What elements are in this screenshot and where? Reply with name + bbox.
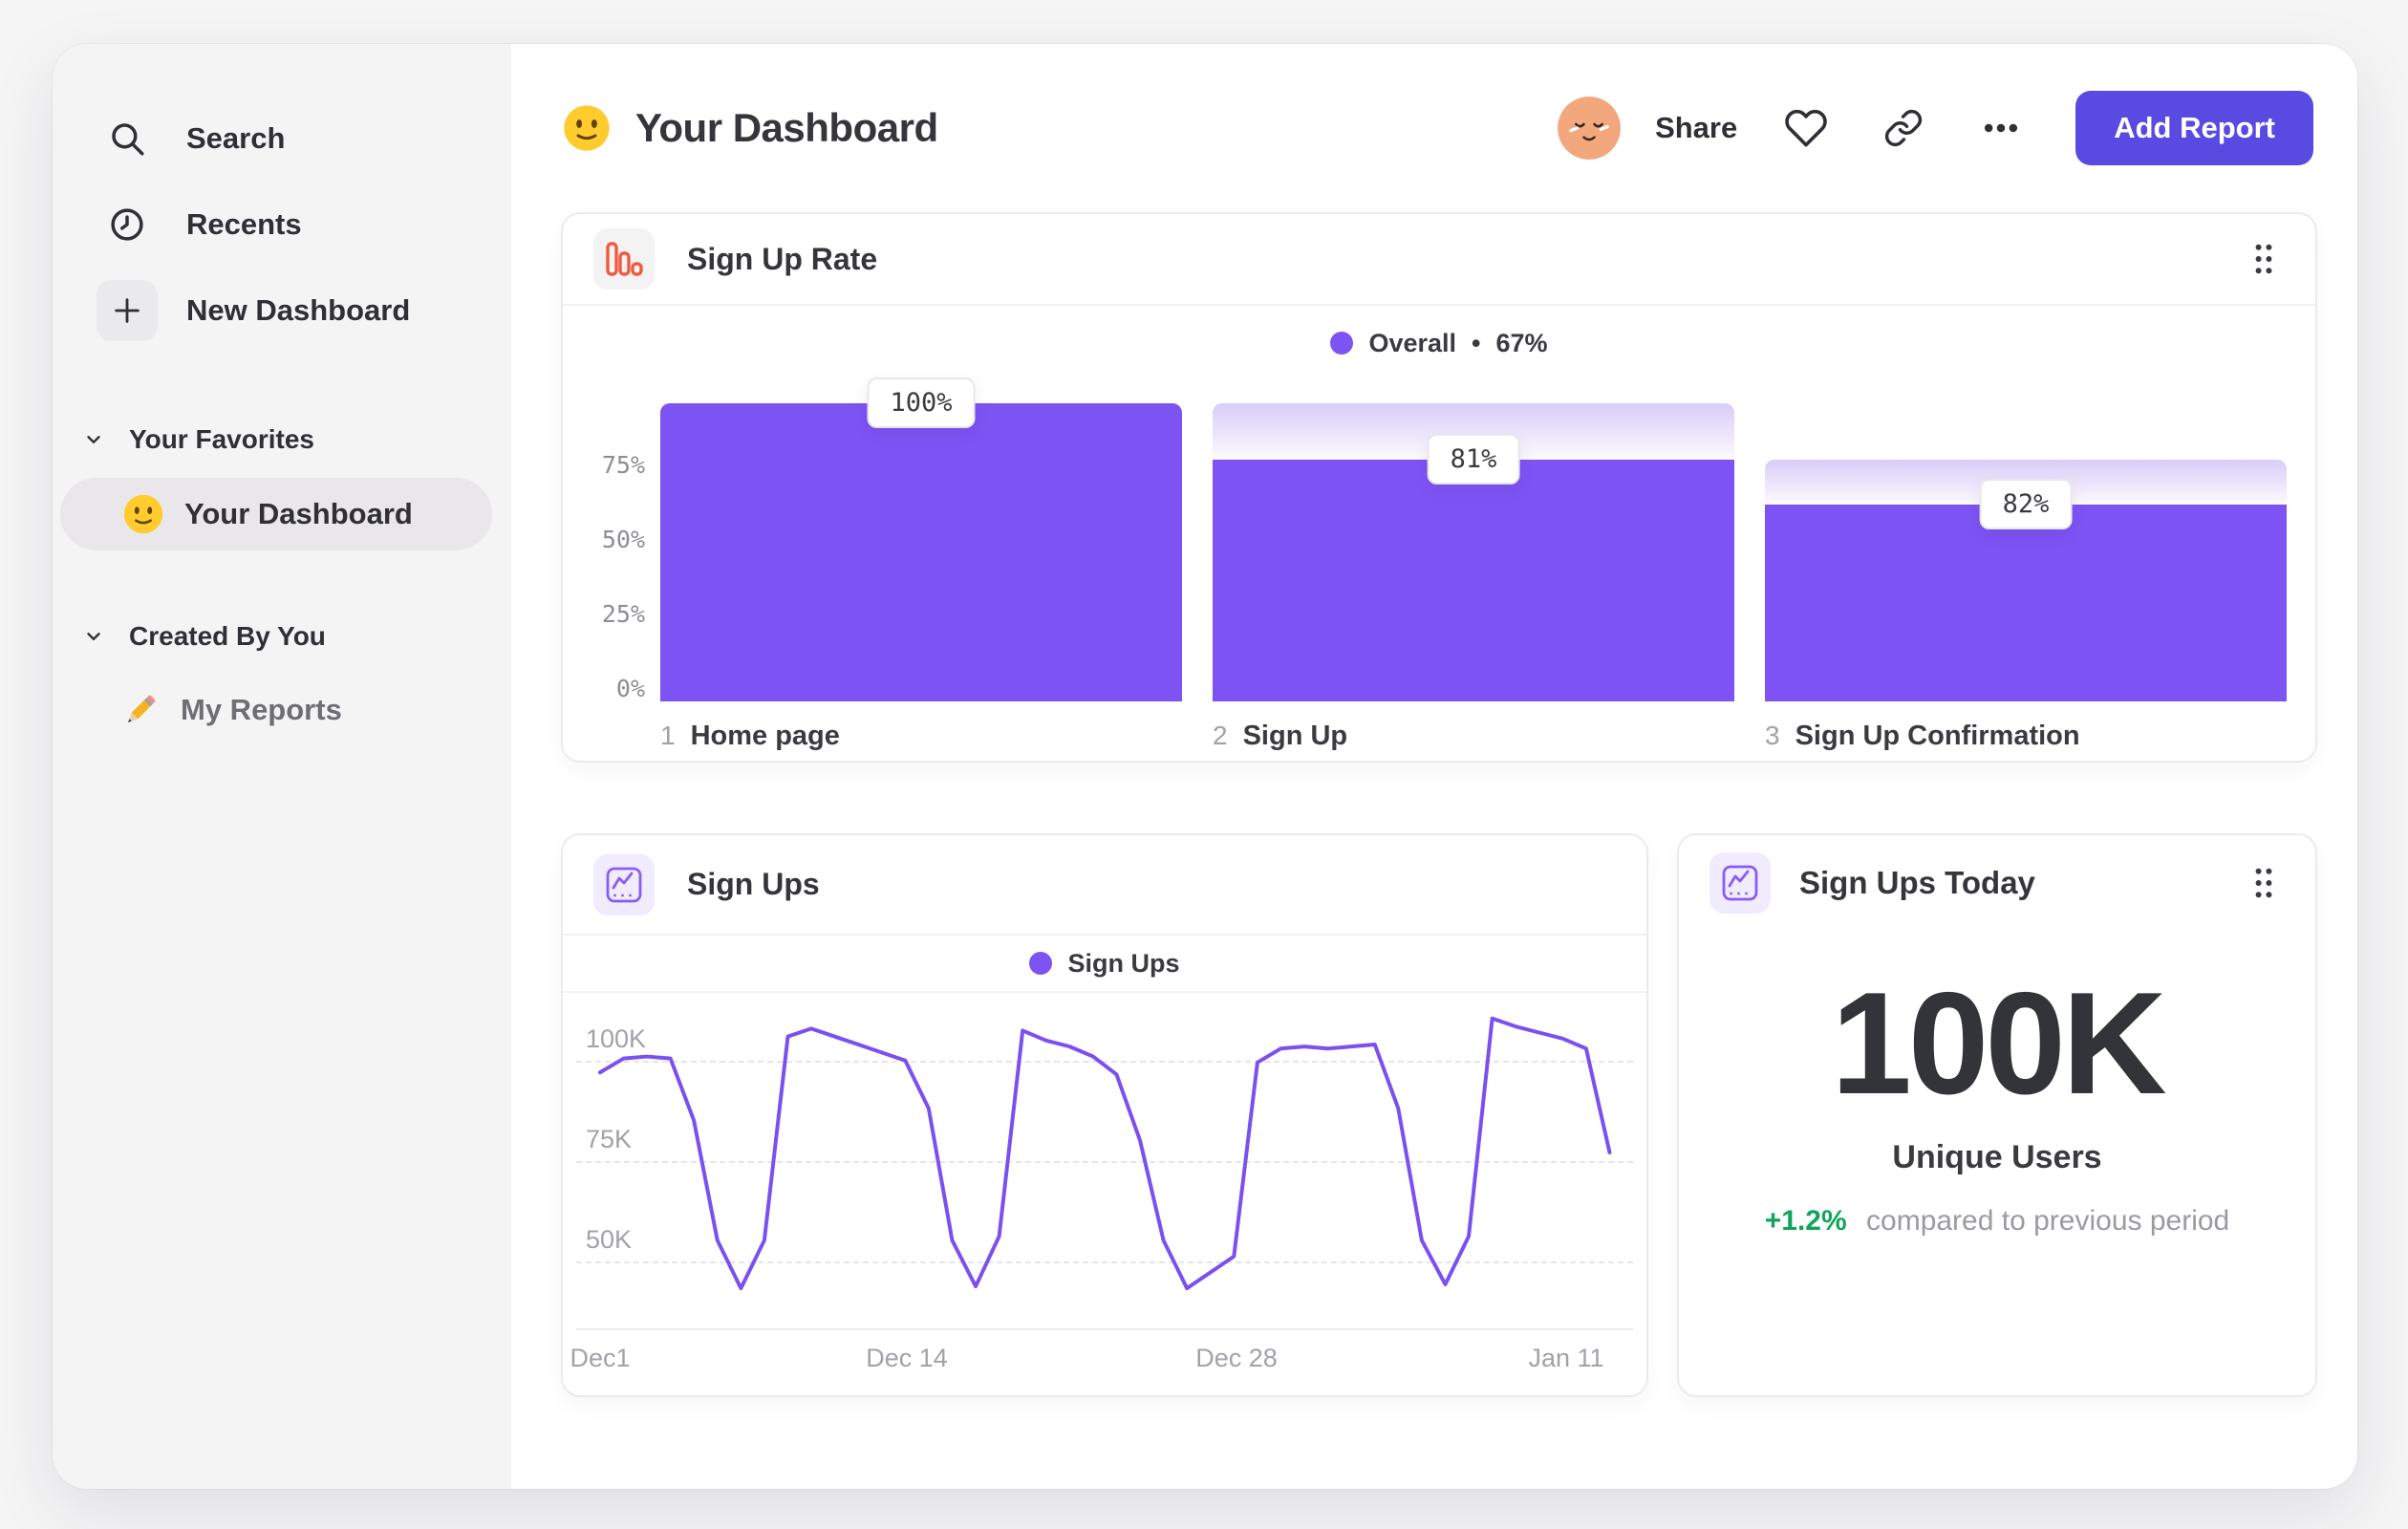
ellipsis-icon xyxy=(1985,123,2018,133)
dashboard-smiley-emoji-icon xyxy=(561,102,613,154)
step-label: Sign Up Confirmation xyxy=(1795,721,2080,751)
y-axis-tick: 75% xyxy=(601,451,645,479)
legend-separator: • xyxy=(1472,328,1481,357)
legend-dot xyxy=(1029,952,1053,975)
funnel-bar-sign-up-confirmation[interactable]: 82% 3 Sign Up Confirmation xyxy=(1765,403,2287,752)
favorite-heart-button[interactable] xyxy=(1779,101,1833,155)
step-label: Sign Up xyxy=(1242,721,1348,751)
sidebar-item-my-reports[interactable]: My Reports xyxy=(53,673,511,747)
chevron-down-icon xyxy=(87,633,100,640)
sidebar-item-label: Your Dashboard xyxy=(184,497,413,530)
favorites-section: Your Favorites Your Dashboard xyxy=(53,413,511,550)
funnel-bar-fill xyxy=(1213,460,1734,701)
funnel-y-axis: 75% 50% 25% 0% xyxy=(591,403,647,702)
funnel-bar-sign-up[interactable]: 81% 2 Sign Up xyxy=(1213,403,1734,752)
y-axis-tick: 50% xyxy=(601,526,645,553)
x-axis-tick: Dec 14 xyxy=(866,1344,948,1372)
line-series-svg xyxy=(597,1016,1612,1291)
sidebar-item-new-dashboard[interactable]: New Dashboard xyxy=(53,268,511,354)
sign-ups-today-card: Sign Ups Today 100K Unique Users +1.2% c… xyxy=(1677,833,2317,1397)
y-axis-tick: 25% xyxy=(601,600,645,628)
x-axis-tick: Jan 11 xyxy=(1528,1344,1604,1372)
card-title: Sign Ups Today xyxy=(1799,865,2035,900)
chevron-down-icon xyxy=(87,436,100,443)
sidebar-item-label: Search xyxy=(186,121,286,155)
section-header-created-by-you[interactable]: Created By You xyxy=(53,610,511,663)
pencil-emoji-icon xyxy=(128,695,156,722)
conversion-value-chip: 81% xyxy=(1427,434,1520,485)
conversion-value-chip: 82% xyxy=(1979,479,2073,530)
app-window: Search Recents New Dashboard Your Favori… xyxy=(53,44,2357,1489)
line-chart-icon xyxy=(593,853,655,915)
sidebar-item-label: New Dashboard xyxy=(186,293,411,327)
more-options-button[interactable] xyxy=(1974,101,2028,155)
funnel-bars: 100% 1 Home page 81% 2 Sign Up 82% 3 Sig… xyxy=(660,377,2287,752)
funnel-legend: Overall • 67% xyxy=(563,306,2315,380)
section-label: Created By You xyxy=(129,621,326,651)
card-title: Sign Ups xyxy=(687,867,820,901)
x-axis: Dec1 Dec 14 Dec 28 Jan 11 xyxy=(570,1344,1633,1382)
sign-ups-card: Sign Ups Sign Ups 100K 75K 50K Dec1 Dec … xyxy=(561,833,1648,1397)
legend-value: 67% xyxy=(1495,328,1548,357)
card-header: Sign Ups xyxy=(563,835,1646,936)
link-icon xyxy=(1885,109,1923,147)
section-header-your-favorites[interactable]: Your Favorites xyxy=(53,413,511,466)
add-report-button[interactable]: Add Report xyxy=(2075,91,2313,165)
heart-icon xyxy=(1785,109,1827,147)
sidebar-item-search[interactable]: Search xyxy=(53,96,511,182)
y-axis-tick: 0% xyxy=(615,675,645,702)
line-chart-icon xyxy=(1709,852,1771,914)
card-header: Sign Up Rate xyxy=(563,214,2315,306)
sidebar: Search Recents New Dashboard Your Favori… xyxy=(53,44,511,1489)
legend-dot xyxy=(1330,332,1354,355)
funnel-bar-fill xyxy=(1765,505,2287,701)
page-title: Your Dashboard xyxy=(635,105,938,150)
kpi-delta-row: +1.2% compared to previous period xyxy=(1679,1205,2315,1238)
drag-handle-icon[interactable] xyxy=(2243,862,2285,904)
funnel-bar-fill xyxy=(660,403,1182,701)
sidebar-item-label: Recents xyxy=(186,207,302,241)
sidebar-item-your-dashboard[interactable]: Your Dashboard xyxy=(60,478,492,550)
sign-up-rate-card: Sign Up Rate Overall • 67% 75% 50% 25% 0… xyxy=(561,212,2317,763)
kpi-delta-note: compared to previous period xyxy=(1866,1205,2230,1237)
smiley-emoji-icon xyxy=(123,494,163,534)
kpi-unit-label: Unique Users xyxy=(1892,1139,2102,1175)
created-by-you-section: Created By You My Reports xyxy=(53,610,511,747)
dashboard-header: Your Dashboard Share Add Report xyxy=(561,90,2313,166)
sidebar-item-label: My Reports xyxy=(181,693,342,726)
legend-label: Overall xyxy=(1368,328,1457,357)
x-axis-tick: Dec 28 xyxy=(1195,1344,1278,1372)
card-header: Sign Ups Today xyxy=(1679,835,2315,931)
legend-label: Sign Ups xyxy=(1067,948,1180,978)
step-number: 2 xyxy=(1213,721,1228,750)
avatar[interactable] xyxy=(1558,97,1622,160)
conversion-value-chip: 100% xyxy=(867,377,976,428)
drag-handle-icon[interactable] xyxy=(2243,238,2285,280)
line-series xyxy=(597,1016,1612,1291)
x-axis-tick: Dec1 xyxy=(570,1344,631,1372)
step-label: Home page xyxy=(690,721,840,751)
step-number: 1 xyxy=(660,721,676,750)
funnel-bar-home-page[interactable]: 100% 1 Home page xyxy=(660,377,1182,752)
search-icon xyxy=(97,108,158,169)
main-content: Your Dashboard Share Add Report Sign Up … xyxy=(511,44,2357,1489)
line-chart: 100K 75K 50K xyxy=(576,1001,1633,1330)
clock-icon xyxy=(97,194,158,255)
plus-icon xyxy=(97,280,158,341)
line-legend: Sign Ups xyxy=(563,936,1646,993)
kpi-delta-value: +1.2% xyxy=(1764,1205,1847,1237)
funnel-chart: 75% 50% 25% 0% 100% 1 Home page 81% 2 Si… xyxy=(591,377,2287,752)
copy-link-button[interactable] xyxy=(1877,101,1930,155)
kpi-value: 100K xyxy=(1831,962,2166,1125)
sidebar-item-recents[interactable]: Recents xyxy=(53,182,511,268)
card-title: Sign Up Rate xyxy=(687,241,878,276)
step-number: 3 xyxy=(1765,721,1780,750)
share-button[interactable]: Share xyxy=(1655,111,1737,145)
funnel-chart-icon xyxy=(593,228,655,290)
section-label: Your Favorites xyxy=(129,424,314,454)
